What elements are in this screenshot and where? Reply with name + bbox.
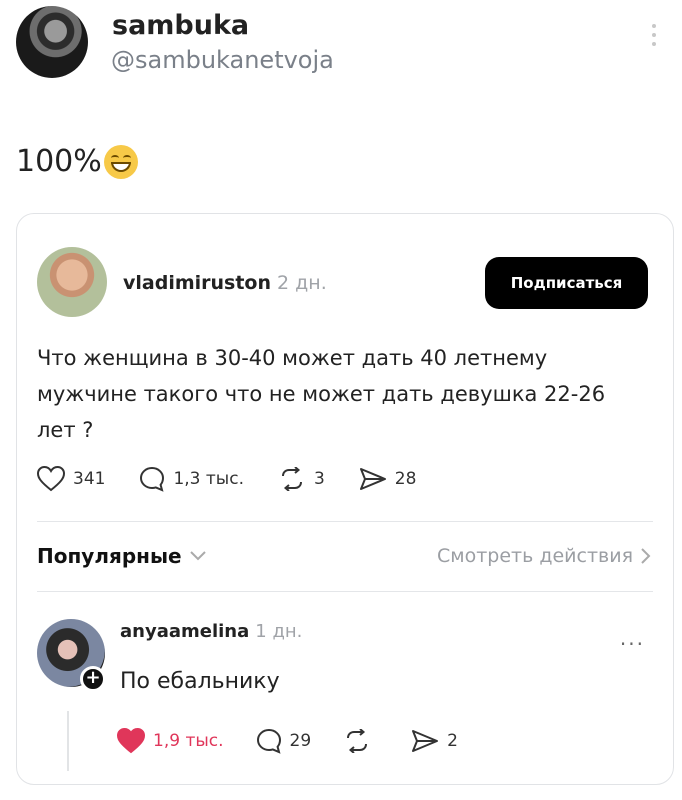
subscribe-button[interactable]: Подписаться xyxy=(485,257,648,309)
divider xyxy=(37,521,653,522)
reply-more-icon[interactable]: ... xyxy=(620,626,645,650)
post-time: 2 дн. xyxy=(277,272,327,294)
chevron-right-icon xyxy=(641,548,651,564)
comment-count: 1,3 тыс. xyxy=(173,469,244,489)
heart-icon xyxy=(37,466,65,492)
post-body: Что женщина в 30-40 может дать 40 летнем… xyxy=(37,346,606,442)
follow-plus-icon[interactable]: + xyxy=(80,666,106,692)
post-username[interactable]: vladimiruston xyxy=(123,272,271,294)
author-avatar[interactable] xyxy=(16,6,88,78)
like-action[interactable]: 341 xyxy=(37,466,105,492)
post-stats: 341 1,3 тыс. 3 28 xyxy=(37,464,557,494)
chevron-down-icon xyxy=(189,551,206,561)
embedded-post-card[interactable]: vladimiruston 2 дн. Подписаться Что женщи… xyxy=(16,213,674,785)
send-icon xyxy=(359,468,386,490)
author-handle[interactable]: @sambukanetvoja xyxy=(111,46,334,74)
post-author-avatar[interactable] xyxy=(37,247,107,317)
repost-count: 3 xyxy=(313,469,325,489)
reply-text: По ебальнику xyxy=(120,669,280,694)
heart-filled-icon xyxy=(117,728,145,754)
reply-share-count: 2 xyxy=(447,731,458,751)
reply-username[interactable]: anyaamelina xyxy=(120,621,249,642)
view-actions-link[interactable]: Смотреть действия xyxy=(437,545,651,567)
divider xyxy=(37,591,653,592)
reply-time: 1 дн. xyxy=(255,621,303,642)
reply-comment-action[interactable]: 29 xyxy=(256,728,312,754)
tweet-text-value: 100% xyxy=(16,144,102,179)
tweet-text: 100% xyxy=(16,144,138,179)
thread-line xyxy=(67,711,69,771)
reply-like-action[interactable]: 1,9 тыс. xyxy=(117,728,224,754)
reply-author[interactable]: anyaamelina 1 дн. xyxy=(120,621,302,642)
comment-action[interactable]: 1,3 тыс. xyxy=(139,466,244,492)
reply-stats: 1,9 тыс. 29 2 xyxy=(117,726,537,756)
view-actions-label: Смотреть действия xyxy=(436,545,633,567)
reply-share-action[interactable]: 2 xyxy=(411,729,458,753)
reply-repost-action[interactable] xyxy=(343,729,379,753)
repost-icon xyxy=(281,467,302,491)
repost-action[interactable]: 3 xyxy=(278,467,325,491)
repost-icon xyxy=(347,729,368,753)
tweet-header: sambuka @sambukanetvoja xyxy=(16,6,666,86)
sort-label: Популярные xyxy=(37,544,182,568)
comment-bubble-icon xyxy=(140,466,165,492)
like-count: 341 xyxy=(73,469,106,489)
post-author[interactable]: vladimiruston 2 дн. xyxy=(123,272,327,294)
reply-like-count: 1,9 тыс. xyxy=(153,731,224,751)
send-icon xyxy=(412,730,439,752)
share-action[interactable]: 28 xyxy=(359,467,417,491)
reply-comment-count: 29 xyxy=(289,731,312,751)
author-name[interactable]: sambuka xyxy=(112,10,249,41)
share-count: 28 xyxy=(394,469,417,489)
more-options-icon[interactable] xyxy=(652,24,658,48)
sort-dropdown[interactable]: Популярные xyxy=(37,544,206,568)
grin-emoji-icon xyxy=(103,144,138,179)
comment-bubble-icon xyxy=(256,728,281,754)
